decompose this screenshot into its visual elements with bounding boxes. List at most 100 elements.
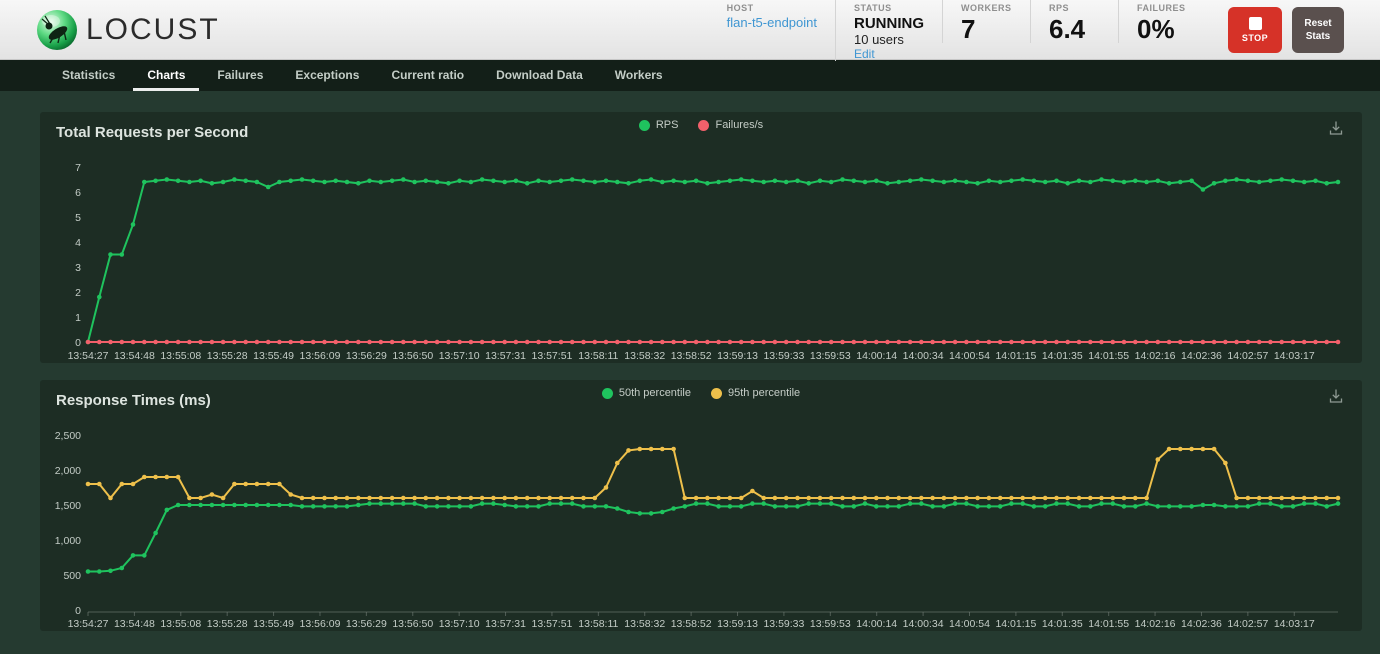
svg-text:14:00:54: 14:00:54 [949, 350, 990, 362]
svg-text:14:00:14: 14:00:14 [856, 350, 897, 362]
svg-text:13:54:27: 13:54:27 [68, 350, 109, 362]
rps-legend-dot [639, 120, 650, 131]
legend-item-95th-percentile[interactable]: 95th percentile [711, 387, 800, 399]
svg-text:14:00:34: 14:00:34 [903, 350, 944, 362]
rps-stat: RPS 6.4 [1030, 0, 1118, 43]
download-chart-icon[interactable] [1328, 388, 1344, 404]
percentile50-legend-dot [602, 388, 613, 399]
svg-text:13:56:09: 13:56:09 [300, 618, 341, 630]
response-times-chart-legend: 50th percentile 95th percentile [48, 387, 1354, 399]
stop-button-label: STOP [1242, 33, 1268, 43]
host-value-link[interactable]: flan-t5-endpoint [727, 15, 817, 30]
svg-text:13:59:13: 13:59:13 [717, 350, 758, 362]
legend-item-50th-percentile[interactable]: 50th percentile [602, 387, 691, 399]
charts-page: Total Requests per Second RPS Failures/s… [0, 91, 1380, 631]
rps-value: 6.4 [1049, 15, 1100, 44]
svg-text:13:59:33: 13:59:33 [763, 618, 804, 630]
svg-text:13:59:53: 13:59:53 [810, 618, 851, 630]
locust-logo-icon [36, 9, 78, 51]
header-buttons: STOP Reset Stats [1228, 7, 1344, 53]
failures-legend-dot [698, 120, 709, 131]
rps-chart-canvas: 0123456713:54:2713:54:4813:55:0813:55:28… [48, 155, 1354, 363]
svg-text:14:02:16: 14:02:16 [1135, 350, 1176, 362]
svg-text:14:03:17: 14:03:17 [1274, 350, 1315, 362]
failures-label: FAILURES [1137, 3, 1188, 13]
status-label: STATUS [854, 3, 924, 13]
response-times-chart-panel: Response Times (ms) 50th percentile 95th… [40, 380, 1362, 631]
main-nav: Statistics Charts Failures Exceptions Cu… [0, 60, 1380, 91]
svg-text:14:02:57: 14:02:57 [1227, 350, 1268, 362]
legend-item-rps[interactable]: RPS [639, 119, 679, 131]
failures-legend-label: Failures/s [715, 119, 763, 131]
failures-value: 0% [1137, 15, 1188, 44]
svg-text:2,000: 2,000 [55, 465, 81, 477]
percentile95-legend-label: 95th percentile [728, 387, 800, 399]
app-header: LOCUST HOST flan-t5-endpoint STATUS RUNN… [0, 0, 1380, 60]
rps-chart-header: Total Requests per Second RPS Failures/s [48, 112, 1354, 155]
svg-text:7: 7 [75, 162, 81, 174]
svg-text:13:57:10: 13:57:10 [439, 350, 480, 362]
svg-text:13:54:48: 13:54:48 [114, 350, 155, 362]
tab-workers[interactable]: Workers [601, 60, 677, 91]
svg-text:13:55:08: 13:55:08 [160, 350, 201, 362]
header-stats: HOST flan-t5-endpoint STATUS RUNNING 10 … [709, 0, 1206, 61]
svg-text:13:55:28: 13:55:28 [207, 618, 248, 630]
svg-text:13:56:50: 13:56:50 [392, 350, 433, 362]
svg-text:13:58:11: 13:58:11 [578, 350, 618, 362]
svg-text:1: 1 [75, 312, 81, 324]
svg-text:14:03:17: 14:03:17 [1274, 618, 1315, 630]
svg-text:14:00:14: 14:00:14 [856, 618, 897, 630]
rps-label: RPS [1049, 3, 1100, 13]
workers-label: WORKERS [961, 3, 1012, 13]
svg-text:500: 500 [63, 570, 81, 582]
edit-users-link[interactable]: Edit [854, 47, 924, 61]
svg-text:1,500: 1,500 [55, 500, 81, 512]
host-label: HOST [727, 3, 817, 13]
svg-text:2: 2 [75, 287, 81, 299]
svg-text:13:57:51: 13:57:51 [532, 350, 573, 362]
svg-text:13:56:50: 13:56:50 [392, 618, 433, 630]
percentile50-legend-label: 50th percentile [619, 387, 691, 399]
svg-text:13:58:32: 13:58:32 [624, 350, 665, 362]
svg-text:13:56:29: 13:56:29 [346, 618, 387, 630]
svg-text:0: 0 [75, 605, 81, 617]
tab-download-data[interactable]: Download Data [482, 60, 597, 91]
svg-text:0: 0 [75, 337, 81, 349]
workers-value: 7 [961, 15, 1012, 44]
rps-chart-legend: RPS Failures/s [48, 119, 1354, 131]
svg-text:13:57:31: 13:57:31 [485, 350, 526, 362]
stop-button[interactable]: STOP [1228, 7, 1282, 53]
tab-exceptions[interactable]: Exceptions [281, 60, 373, 91]
tab-failures[interactable]: Failures [203, 60, 277, 91]
svg-text:14:02:57: 14:02:57 [1227, 618, 1268, 630]
reset-stats-button[interactable]: Reset Stats [1292, 7, 1344, 53]
svg-text:6: 6 [75, 187, 81, 199]
user-count: 10 users [854, 32, 924, 47]
workers-stat: WORKERS 7 [942, 0, 1030, 43]
svg-text:14:02:16: 14:02:16 [1135, 618, 1176, 630]
svg-text:13:58:32: 13:58:32 [624, 618, 665, 630]
svg-text:13:58:52: 13:58:52 [671, 618, 712, 630]
tab-current-ratio[interactable]: Current ratio [377, 60, 478, 91]
svg-text:13:57:51: 13:57:51 [532, 618, 573, 630]
status-value: RUNNING [854, 15, 924, 32]
tab-charts[interactable]: Charts [133, 60, 199, 91]
svg-text:13:54:48: 13:54:48 [114, 618, 155, 630]
response-times-chart-header: Response Times (ms) 50th percentile 95th… [48, 380, 1354, 423]
svg-text:4: 4 [75, 237, 81, 249]
svg-text:13:55:49: 13:55:49 [253, 618, 294, 630]
svg-text:3: 3 [75, 262, 81, 274]
svg-text:13:55:49: 13:55:49 [253, 350, 294, 362]
rps-legend-label: RPS [656, 119, 679, 131]
legend-item-failures[interactable]: Failures/s [698, 119, 763, 131]
svg-text:1,000: 1,000 [55, 535, 81, 547]
svg-text:13:56:29: 13:56:29 [346, 350, 387, 362]
svg-text:14:00:34: 14:00:34 [903, 618, 944, 630]
svg-text:13:55:28: 13:55:28 [207, 350, 248, 362]
locust-logo[interactable]: LOCUST [36, 9, 220, 51]
svg-text:14:01:35: 14:01:35 [1042, 618, 1083, 630]
tab-statistics[interactable]: Statistics [48, 60, 129, 91]
download-chart-icon[interactable] [1328, 120, 1344, 136]
failures-stat: FAILURES 0% [1118, 0, 1206, 43]
status-stat: STATUS RUNNING 10 users Edit [835, 0, 942, 61]
